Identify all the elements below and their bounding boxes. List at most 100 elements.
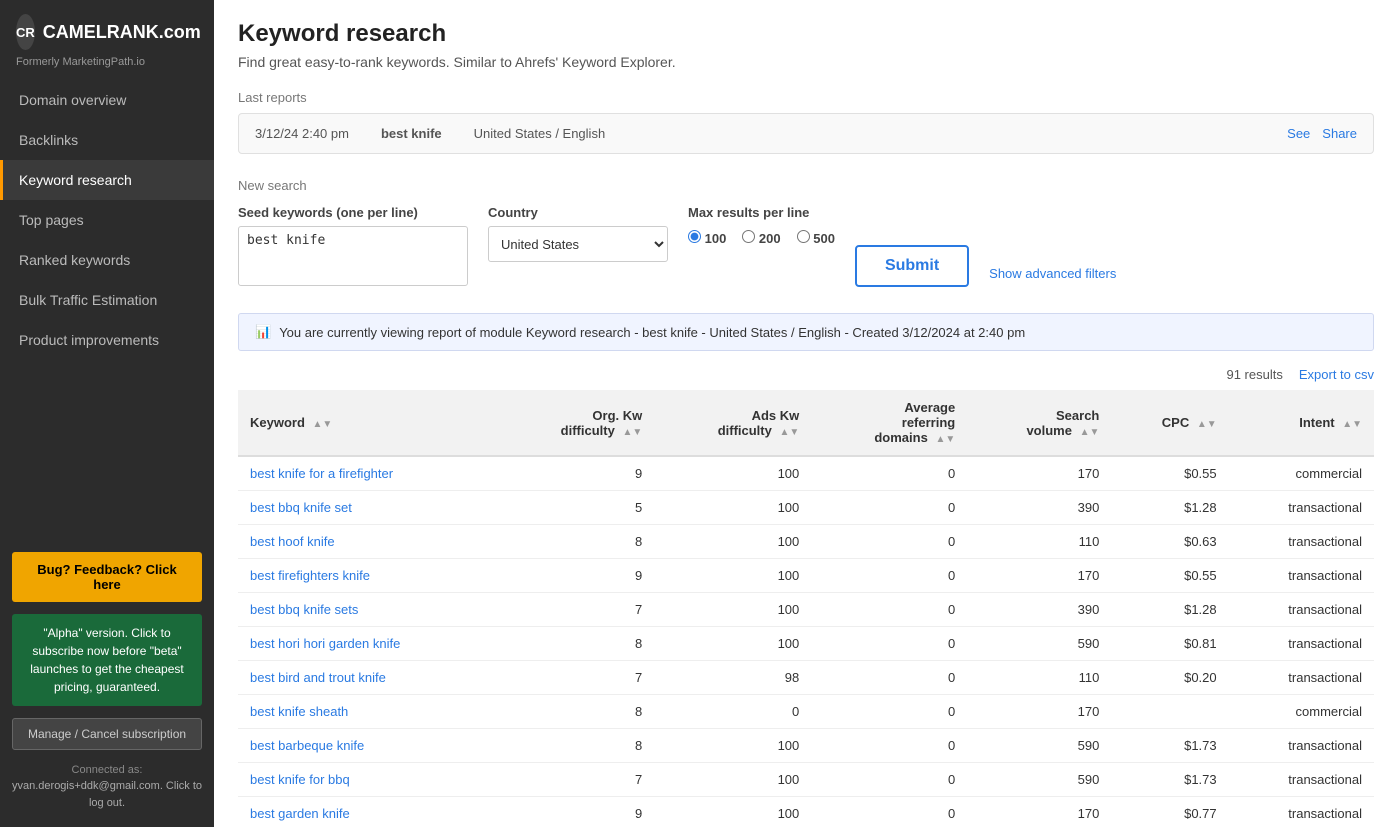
manage-subscription-button[interactable]: Manage / Cancel subscription [12, 718, 202, 750]
cell-ads-kw-3: 100 [654, 559, 811, 593]
table-row: best knife sheath 8 0 0 170 commercial [238, 695, 1374, 729]
col-ads-kw[interactable]: Ads Kwdifficulty ▲▼ [654, 390, 811, 456]
max-results-500[interactable]: 500 [797, 230, 835, 246]
table-row: best firefighters knife 9 100 0 170 $0.5… [238, 559, 1374, 593]
cell-org-kw-3: 9 [497, 559, 654, 593]
col-intent[interactable]: Intent ▲▼ [1229, 390, 1374, 456]
cell-ads-kw-2: 100 [654, 525, 811, 559]
connected-as-label: Connected as: yvan.derogis+ddk@gmail.com… [12, 762, 202, 812]
cell-cpc-7 [1111, 695, 1228, 729]
col-search-vol[interactable]: Searchvolume ▲▼ [967, 390, 1111, 456]
table-row: best bbq knife set 5 100 0 390 $1.28 tra… [238, 491, 1374, 525]
report-banner-text: You are currently viewing report of modu… [279, 325, 1025, 340]
table-row: best barbeque knife 8 100 0 590 $1.73 tr… [238, 729, 1374, 763]
cell-intent-5: transactional [1229, 627, 1374, 661]
table-row: best hori hori garden knife 8 100 0 590 … [238, 627, 1374, 661]
cell-org-kw-4: 7 [497, 593, 654, 627]
export-csv-link[interactable]: Export to csv [1299, 367, 1374, 382]
report-banner: 📊 You are currently viewing report of mo… [238, 313, 1374, 351]
country-label: Country [488, 205, 668, 220]
cell-ads-kw-7: 0 [654, 695, 811, 729]
report-banner-icon: 📊 [255, 324, 271, 340]
keyword-link-2[interactable]: best hoof knife [250, 534, 335, 549]
cell-intent-1: transactional [1229, 491, 1374, 525]
col-avg-ref[interactable]: Averagereferringdomains ▲▼ [811, 390, 967, 456]
sidebar-item-bulk-traffic[interactable]: Bulk Traffic Estimation [0, 280, 214, 320]
last-report-location: United States / English [474, 126, 606, 141]
max-results-100[interactable]: 100 [688, 230, 726, 246]
last-report-actions: See Share [1287, 126, 1357, 141]
keyword-link-3[interactable]: best firefighters knife [250, 568, 370, 583]
keyword-link-10[interactable]: best garden knife [250, 806, 350, 821]
cell-cpc-3: $0.55 [1111, 559, 1228, 593]
col-org-kw[interactable]: Org. Kwdifficulty ▲▼ [497, 390, 654, 456]
cell-avg-ref-5: 0 [811, 627, 967, 661]
keyword-link-6[interactable]: best bird and trout knife [250, 670, 386, 685]
cell-keyword-5: best hori hori garden knife [238, 627, 497, 661]
cell-org-kw-6: 7 [497, 661, 654, 695]
last-report-share-link[interactable]: Share [1322, 126, 1357, 141]
logo-icon: CR [16, 14, 35, 50]
show-advanced-filters-link[interactable]: Show advanced filters [989, 266, 1116, 281]
results-tbody: best knife for a firefighter 9 100 0 170… [238, 456, 1374, 827]
sidebar-item-backlinks[interactable]: Backlinks [0, 120, 214, 160]
sidebar-item-keyword-research[interactable]: Keyword research [0, 160, 214, 200]
cell-avg-ref-4: 0 [811, 593, 967, 627]
cell-cpc-1: $1.28 [1111, 491, 1228, 525]
cell-ads-kw-4: 100 [654, 593, 811, 627]
connected-label: Connected as: [72, 764, 143, 776]
cell-org-kw-2: 8 [497, 525, 654, 559]
last-report-see-link[interactable]: See [1287, 126, 1310, 141]
keyword-link-5[interactable]: best hori hori garden knife [250, 636, 400, 651]
cell-org-kw-1: 5 [497, 491, 654, 525]
col-cpc[interactable]: CPC ▲▼ [1111, 390, 1228, 456]
sidebar-formerly: Formerly MarketingPath.io [0, 54, 214, 80]
bug-feedback-button[interactable]: Bug? Feedback? Click here [12, 552, 202, 602]
cell-keyword-2: best hoof knife [238, 525, 497, 559]
sidebar-item-domain-overview[interactable]: Domain overview [0, 80, 214, 120]
cell-keyword-8: best barbeque knife [238, 729, 497, 763]
keyword-link-7[interactable]: best knife sheath [250, 704, 348, 719]
cell-ads-kw-1: 100 [654, 491, 811, 525]
keyword-link-8[interactable]: best barbeque knife [250, 738, 364, 753]
submit-button[interactable]: Submit [855, 245, 969, 287]
cell-intent-6: transactional [1229, 661, 1374, 695]
cell-search-vol-1: 390 [967, 491, 1111, 525]
cell-org-kw-10: 9 [497, 797, 654, 827]
sidebar-item-product-improvements[interactable]: Product improvements [0, 320, 214, 360]
country-group: Country United States United Kingdom Can… [488, 205, 668, 262]
cell-cpc-5: $0.81 [1111, 627, 1228, 661]
cell-keyword-1: best bbq knife set [238, 491, 497, 525]
table-row: best knife for a firefighter 9 100 0 170… [238, 456, 1374, 491]
keyword-link-0[interactable]: best knife for a firefighter [250, 466, 393, 481]
last-reports-label: Last reports [238, 90, 1374, 105]
cell-cpc-2: $0.63 [1111, 525, 1228, 559]
col-keyword[interactable]: Keyword ▲▼ [238, 390, 497, 456]
cell-keyword-10: best garden knife [238, 797, 497, 827]
cell-intent-10: transactional [1229, 797, 1374, 827]
cell-ads-kw-5: 100 [654, 627, 811, 661]
results-count: 91 results [1226, 367, 1282, 382]
cell-ads-kw-8: 100 [654, 729, 811, 763]
cell-avg-ref-0: 0 [811, 456, 967, 491]
keyword-link-4[interactable]: best bbq knife sets [250, 602, 358, 617]
cell-avg-ref-9: 0 [811, 763, 967, 797]
max-results-200[interactable]: 200 [742, 230, 780, 246]
cell-org-kw-8: 8 [497, 729, 654, 763]
cell-cpc-8: $1.73 [1111, 729, 1228, 763]
last-report-keyword: best knife [381, 126, 442, 141]
cell-avg-ref-8: 0 [811, 729, 967, 763]
seed-keywords-input[interactable]: best knife [238, 226, 468, 286]
sidebar-item-top-pages[interactable]: Top pages [0, 200, 214, 240]
cell-keyword-3: best firefighters knife [238, 559, 497, 593]
new-search-label: New search [238, 178, 1374, 193]
logo-text: CAMELRANK.com [43, 22, 201, 43]
keyword-link-9[interactable]: best knife for bbq [250, 772, 350, 787]
keyword-link-1[interactable]: best bbq knife set [250, 500, 352, 515]
cell-org-kw-7: 8 [497, 695, 654, 729]
connected-email[interactable]: yvan.derogis+ddk@gmail.com. Click to log… [12, 780, 202, 809]
country-select[interactable]: United States United Kingdom Canada Aust… [488, 226, 668, 262]
alpha-subscription-box[interactable]: "Alpha" version. Click to subscribe now … [12, 614, 202, 706]
cell-avg-ref-6: 0 [811, 661, 967, 695]
sidebar-item-ranked-keywords[interactable]: Ranked keywords [0, 240, 214, 280]
